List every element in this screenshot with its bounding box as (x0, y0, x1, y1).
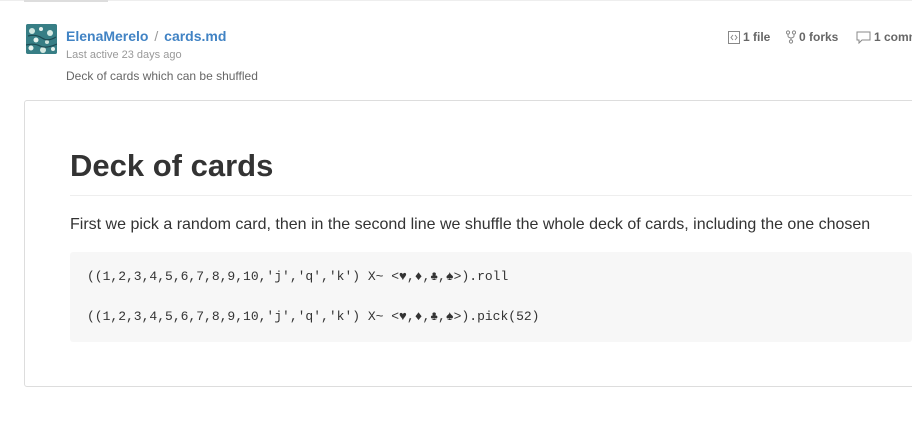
comments-count-link[interactable]: 1 comm (856, 30, 912, 44)
code-block (70, 252, 912, 342)
code-line: ((1,2,3,4,5,6,7,8,9,10,'j','q','k') X~ <… (87, 269, 509, 284)
avatar-image (26, 24, 57, 54)
document-heading: Deck of cards (70, 148, 274, 183)
filename-link[interactable]: cards.md (164, 28, 226, 44)
gist-file-box (24, 100, 912, 387)
forks-count-label: 0 forks (799, 30, 839, 44)
gist-description: Deck of cards which can be shuffled (66, 69, 258, 83)
last-active-text: Last active 23 days ago (66, 49, 182, 61)
forks-count-link[interactable]: 0 forks (786, 30, 838, 44)
code-file-icon (728, 30, 740, 44)
top-divider (0, 0, 912, 1)
owner-link[interactable]: ElenaMerelo (66, 28, 148, 44)
comment-icon (856, 31, 871, 44)
code-line: ((1,2,3,4,5,6,7,8,9,10,'j','q','k') X~ <… (87, 309, 540, 324)
files-count-link[interactable]: 1 file (728, 30, 770, 44)
comments-count-label: 1 comm (874, 30, 912, 44)
active-tab-indicator (24, 0, 108, 2)
avatar[interactable] (26, 24, 57, 54)
document-paragraph: First we pick a random card, then in the… (70, 216, 871, 233)
title-separator: / (154, 28, 159, 44)
gist-title: ElenaMerelo / cards.md (66, 28, 226, 44)
fork-icon (786, 30, 796, 44)
heading-divider (70, 195, 912, 196)
files-count-label: 1 file (743, 30, 771, 44)
